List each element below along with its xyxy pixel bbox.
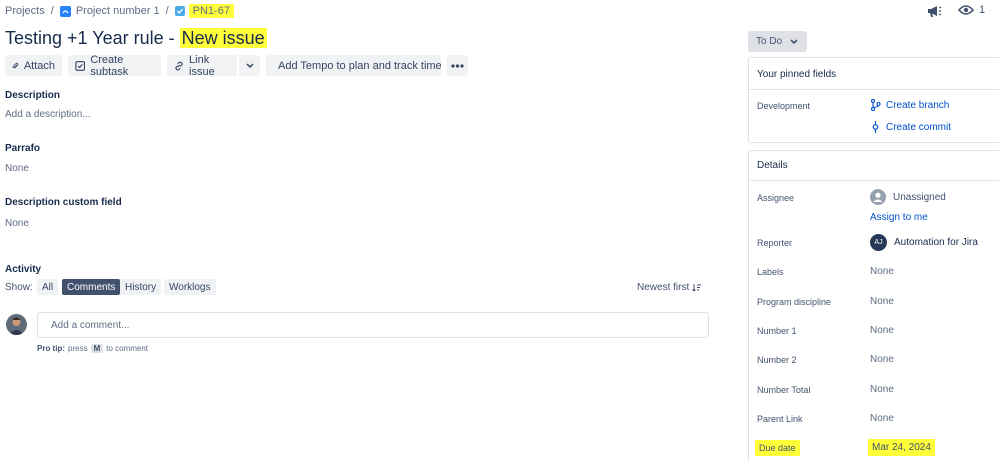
sort-label: Newest first	[637, 282, 690, 293]
assignee-value: Unassigned	[893, 191, 946, 203]
project-icon	[59, 5, 71, 17]
breadcrumb-projects[interactable]: Projects	[5, 5, 45, 17]
tempo-label: Add Tempo to plan and track time	[278, 59, 442, 72]
create-commit-link[interactable]: Create commit	[870, 121, 951, 133]
pinned-fields-title[interactable]: Your pinned fields	[757, 69, 836, 80]
tab-worklogs[interactable]: Worklogs	[164, 279, 216, 295]
chevron-down-icon	[790, 38, 798, 44]
create-subtask-button[interactable]: Create subtask	[68, 53, 161, 78]
assignee-field[interactable]: Unassigned	[870, 189, 946, 205]
show-label: Show:	[5, 282, 33, 293]
parrafo-value[interactable]: None	[5, 163, 29, 174]
number1-label: Number 1	[757, 326, 797, 336]
parent-link-label: Parent Link	[757, 414, 803, 424]
create-subtask-label: Create subtask	[90, 53, 129, 78]
create-branch-label: Create branch	[886, 99, 950, 111]
parrafo-label: Parrafo	[5, 143, 41, 154]
breadcrumb-project[interactable]: Project number 1	[76, 5, 160, 17]
chevron-down-icon	[245, 62, 254, 68]
unassigned-avatar-icon	[870, 189, 886, 205]
assignee-label: Assignee	[757, 193, 795, 203]
reporter-field[interactable]: AJ Automation for Jira	[870, 234, 978, 251]
issue-title-text: Testing +1 Year rule -	[5, 28, 180, 48]
avatar	[6, 314, 27, 335]
create-commit-label: Create commit	[886, 121, 952, 133]
watch-eye-icon[interactable]: 1	[958, 4, 985, 16]
number2-label: Number 2	[757, 355, 797, 365]
number1-value[interactable]: None	[870, 325, 894, 336]
commit-icon	[872, 121, 879, 133]
labels-value[interactable]: None	[870, 266, 894, 277]
pro-tip-rest: to comment	[106, 344, 149, 353]
pro-tip-press: press	[68, 344, 88, 353]
sort-icon	[692, 284, 702, 292]
sort-newest-first[interactable]: Newest first	[637, 282, 702, 293]
megaphone-icon[interactable]	[926, 3, 942, 19]
paperclip-icon	[12, 62, 19, 68]
subtask-icon	[75, 60, 86, 71]
attach-label: Attach	[23, 59, 55, 72]
attach-button[interactable]: Attach	[5, 55, 62, 76]
more-actions-button[interactable]	[447, 55, 468, 76]
breadcrumb: Projects / Project number 1 / PN1-67	[5, 4, 234, 18]
link-issue-label: Link issue	[189, 53, 215, 78]
tab-all[interactable]: All	[37, 279, 59, 295]
breadcrumb-issue-key[interactable]: PN1-67	[188, 4, 234, 18]
labels-label: Labels	[757, 267, 784, 277]
tempo-button[interactable]: Add Tempo to plan and track time	[266, 55, 442, 76]
status-label: To Do	[756, 36, 783, 47]
pro-tip-bold: Pro tip:	[37, 344, 65, 353]
due-date-label: Due date	[755, 440, 800, 456]
development-label: Development	[757, 101, 811, 111]
comment-input[interactable]: Add a comment...	[37, 312, 709, 338]
activity-heading: Activity	[5, 264, 42, 275]
number-total-value[interactable]: None	[870, 384, 894, 395]
assign-to-me-link[interactable]: Assign to me	[870, 212, 928, 223]
program-discipline-label: Program discipline	[757, 297, 832, 307]
issue-title-highlight: New issue	[179, 28, 267, 48]
link-icon	[175, 60, 183, 71]
custom-field-value[interactable]: None	[5, 218, 29, 229]
pinned-divider	[748, 89, 999, 90]
program-discipline-value[interactable]: None	[870, 296, 894, 307]
number-total-label: Number Total	[757, 385, 811, 395]
status-dropdown[interactable]: To Do	[748, 31, 807, 52]
breadcrumb-separator: /	[165, 5, 169, 17]
parent-link-value[interactable]: None	[870, 413, 894, 424]
watch-count: 1	[979, 4, 986, 16]
ellipsis-icon	[451, 63, 464, 68]
link-issue-button[interactable]: Link issue	[167, 53, 237, 78]
details-divider	[748, 180, 999, 181]
reporter-label: Reporter	[757, 238, 793, 248]
custom-field-label: Description custom field	[5, 197, 122, 208]
breadcrumb-separator: /	[50, 5, 54, 17]
pro-tip-key: M	[90, 344, 104, 353]
create-branch-link[interactable]: Create branch	[870, 99, 949, 111]
task-checkbox-icon	[174, 6, 185, 16]
link-issue-dropdown[interactable]	[239, 55, 260, 76]
details-title[interactable]: Details	[757, 160, 788, 171]
tab-history[interactable]: History	[120, 279, 162, 295]
reporter-avatar: AJ	[870, 234, 887, 251]
issue-title[interactable]: Testing +1 Year rule - New issue	[5, 28, 267, 49]
tab-comments[interactable]: Comments	[62, 279, 121, 295]
description-label: Description	[5, 90, 61, 101]
description-field[interactable]: Add a description...	[5, 109, 91, 120]
branch-icon	[870, 99, 881, 111]
number2-value[interactable]: None	[870, 354, 894, 365]
pro-tip: Pro tip: press M to comment	[37, 344, 148, 353]
comment-placeholder: Add a comment...	[51, 319, 130, 331]
due-date-value[interactable]: Mar 24, 2024	[868, 439, 935, 456]
reporter-value: Automation for Jira	[894, 237, 978, 248]
